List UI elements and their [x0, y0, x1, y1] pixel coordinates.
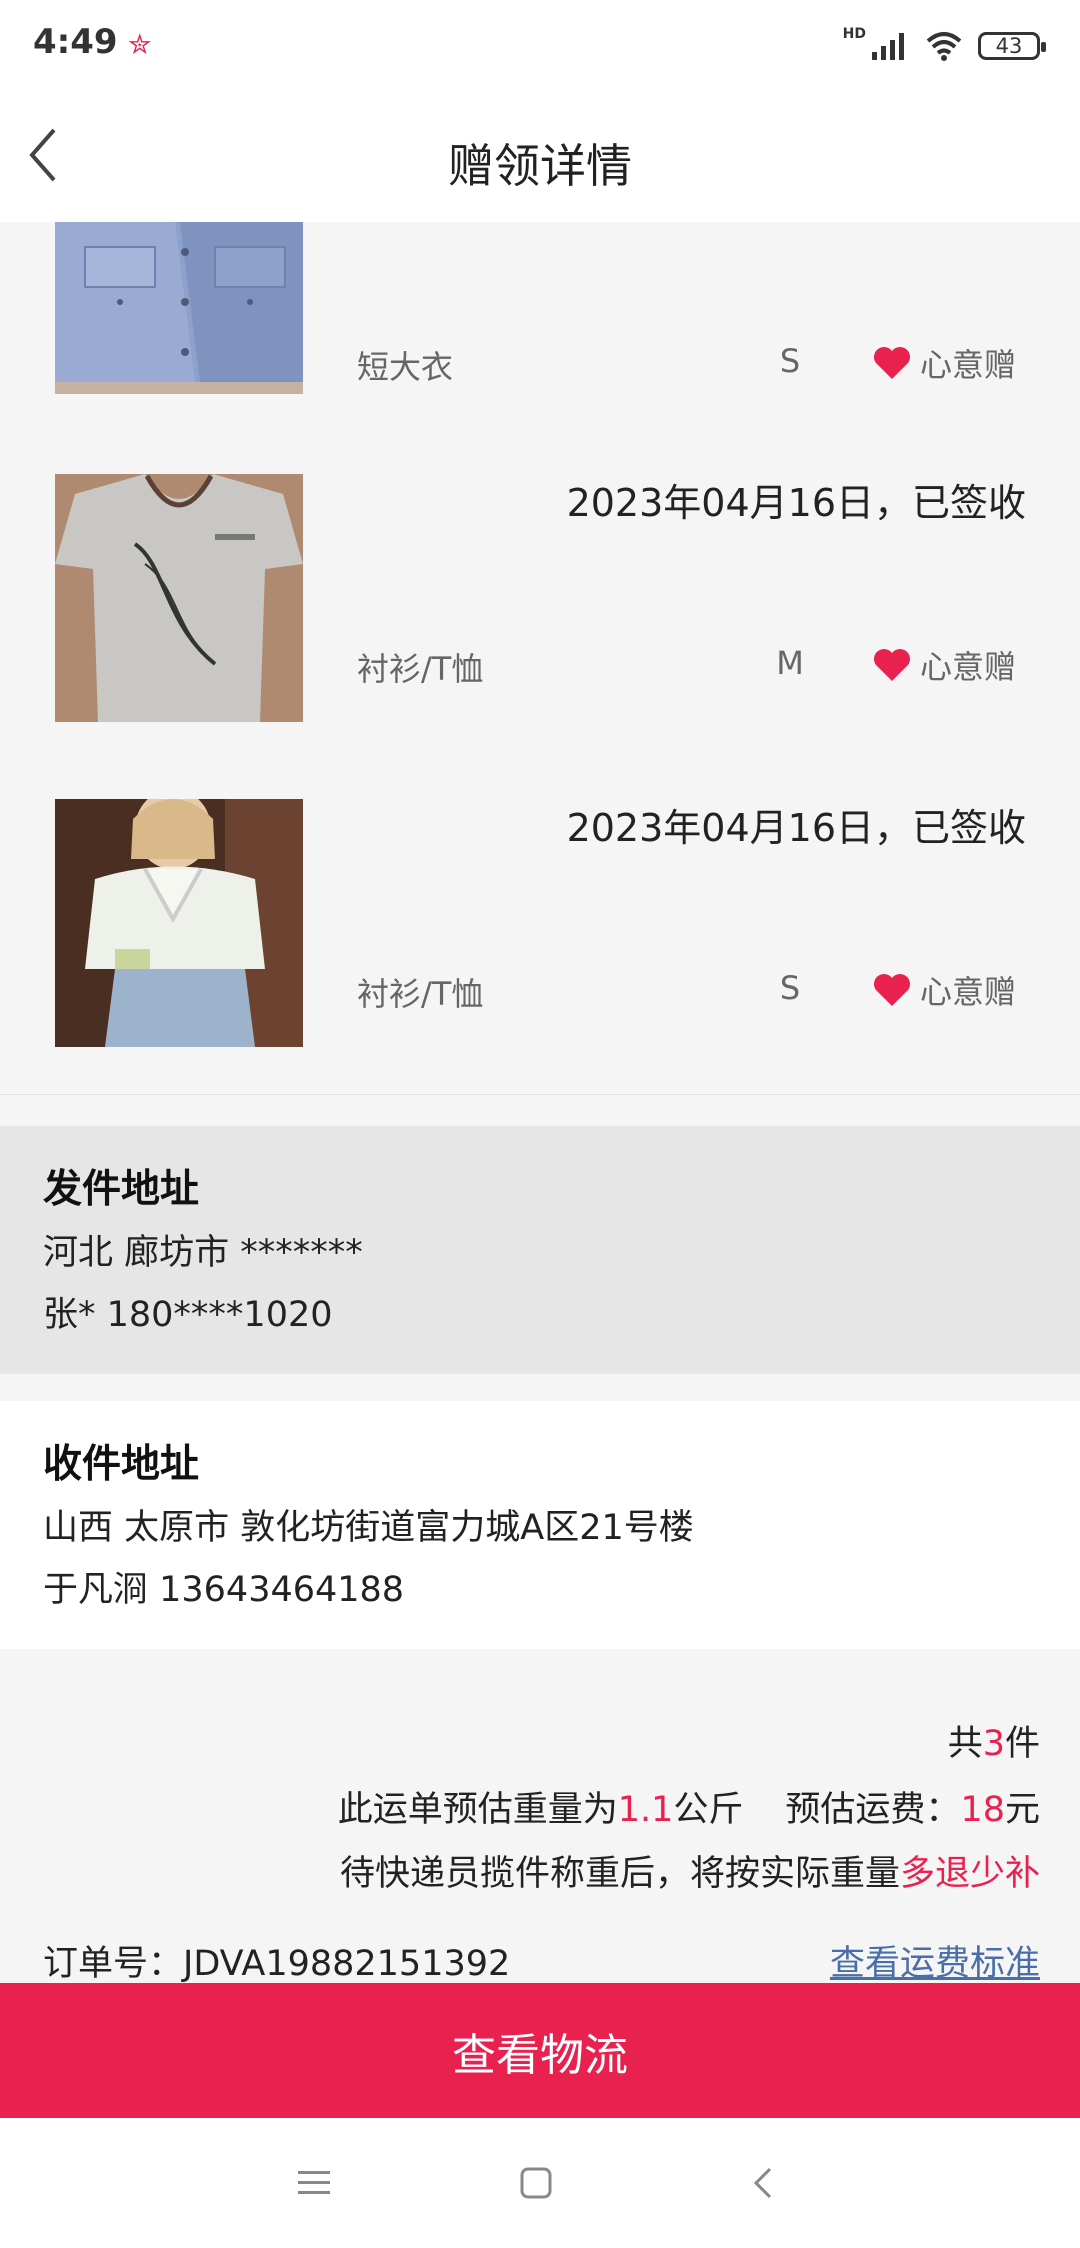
gift-badge: 心意赠 — [872, 340, 1016, 386]
receiver-contact: 于凡浻 13643464188 — [43, 1570, 405, 1610]
sender-region: 河北 廊坊市 ******* — [43, 1233, 363, 1273]
view-logistics-button[interactable]: 查看物流 — [0, 1983, 1080, 2118]
heart-icon — [874, 974, 910, 1006]
note-highlight: 多退少补 — [899, 1854, 1040, 1894]
count-suffix: 件 — [1004, 1724, 1040, 1764]
item-size: M — [776, 644, 804, 682]
list-item[interactable]: 短大衣 S 心意赠 — [0, 222, 1080, 445]
item-category: 衬衫/T恤 — [357, 650, 484, 688]
menu-nav-button[interactable] — [284, 2158, 344, 2208]
item-size: S — [779, 342, 801, 380]
signal-icon — [872, 33, 904, 60]
weight-note: 待快递员揽件称重后，将按实际重量多退少补 — [340, 1845, 1040, 1896]
back-nav-button[interactable] — [734, 2158, 794, 2208]
note-prefix: 待快递员揽件称重后，将按实际重量 — [339, 1854, 900, 1894]
list-item[interactable]: 2023年04月16日，已签收 衬衫/T恤 M 心意赠 — [0, 444, 1080, 770]
item-photo — [55, 474, 303, 722]
item-photo — [55, 799, 303, 1047]
fee-standard-link[interactable]: 查看运费标准 — [830, 1935, 1040, 1986]
item-photo — [55, 222, 303, 394]
fee-suffix: 元 — [1004, 1790, 1040, 1830]
order-summary: 共3件 此运单预估重量为1.1公斤 预估运费：18元 待快递员揽件称重后，将按实际… — [0, 1649, 1080, 1986]
notification-star-icon: ✮ — [128, 28, 152, 61]
sender-address: 发件地址 河北 廊坊市 ******* 张* 180****1020 — [0, 1126, 1080, 1374]
heart-icon — [874, 347, 910, 379]
gift-badge: 心意赠 — [872, 967, 1016, 1013]
gift-badge: 心意赠 — [872, 642, 1016, 688]
fee-value: 18 — [960, 1790, 1005, 1830]
battery-level: 43 — [995, 34, 1023, 58]
count-value: 3 — [982, 1724, 1005, 1764]
app-header: 赠领详情 — [0, 90, 1080, 222]
heart-icon — [874, 649, 910, 681]
home-square-icon — [520, 2167, 552, 2199]
weight-fee-line: 此运单预估重量为1.1公斤 预估运费：18元 — [338, 1781, 1040, 1832]
item-category: 衬衫/T恤 — [357, 975, 484, 1013]
order-number: 订单号：JDVA19882151392 — [43, 1935, 510, 1986]
battery-icon: 43 — [978, 32, 1046, 60]
receiver-title: 收件地址 — [43, 1442, 200, 1487]
weight-prefix: 此运单预估重量为 — [337, 1790, 618, 1830]
gift-label: 心意赠 — [920, 648, 1017, 686]
fee-prefix: 预估运费： — [785, 1790, 961, 1830]
order-value: JDVA19882151392 — [183, 1944, 511, 1984]
item-date: 2023年04月16日，已签收 — [566, 806, 1026, 850]
weight-suffix: 公斤 — [673, 1790, 744, 1830]
receiver-address-line: 山西 太原市 敦化坊街道富力城A区21号楼 — [43, 1508, 694, 1548]
page-title: 赠领详情 — [448, 139, 632, 193]
item-category: 短大衣 — [357, 348, 454, 386]
menu-icon — [298, 2171, 330, 2194]
order-label: 订单号： — [43, 1944, 184, 1984]
home-nav-button[interactable] — [506, 2158, 566, 2208]
receiver-address: 收件地址 山西 太原市 敦化坊街道富力城A区21号楼 于凡浻 136434641… — [0, 1401, 1080, 1649]
status-time: 4:49 — [33, 22, 118, 62]
gift-label: 心意赠 — [920, 973, 1017, 1011]
item-size: S — [779, 969, 801, 1007]
list-item[interactable]: 2023年04月16日，已签收 衬衫/T恤 S 心意赠 — [0, 769, 1080, 1095]
item-date: 2023年04月16日，已签收 — [566, 481, 1026, 525]
hd-indicator: HD — [842, 26, 866, 42]
wifi-icon — [926, 32, 962, 61]
sender-title: 发件地址 — [43, 1167, 200, 1212]
status-bar: 4:49 ✮ HD 43 — [0, 0, 1080, 90]
count-prefix: 共 — [947, 1724, 983, 1764]
sender-contact: 张* 180****1020 — [43, 1295, 333, 1335]
gift-label: 心意赠 — [920, 346, 1017, 384]
system-nav-bar — [0, 2118, 1080, 2248]
status-icons: HD 43 — [842, 24, 1046, 68]
back-nav-icon — [753, 2167, 772, 2199]
weight-value: 1.1 — [617, 1790, 674, 1830]
item-count: 共3件 — [948, 1715, 1040, 1766]
